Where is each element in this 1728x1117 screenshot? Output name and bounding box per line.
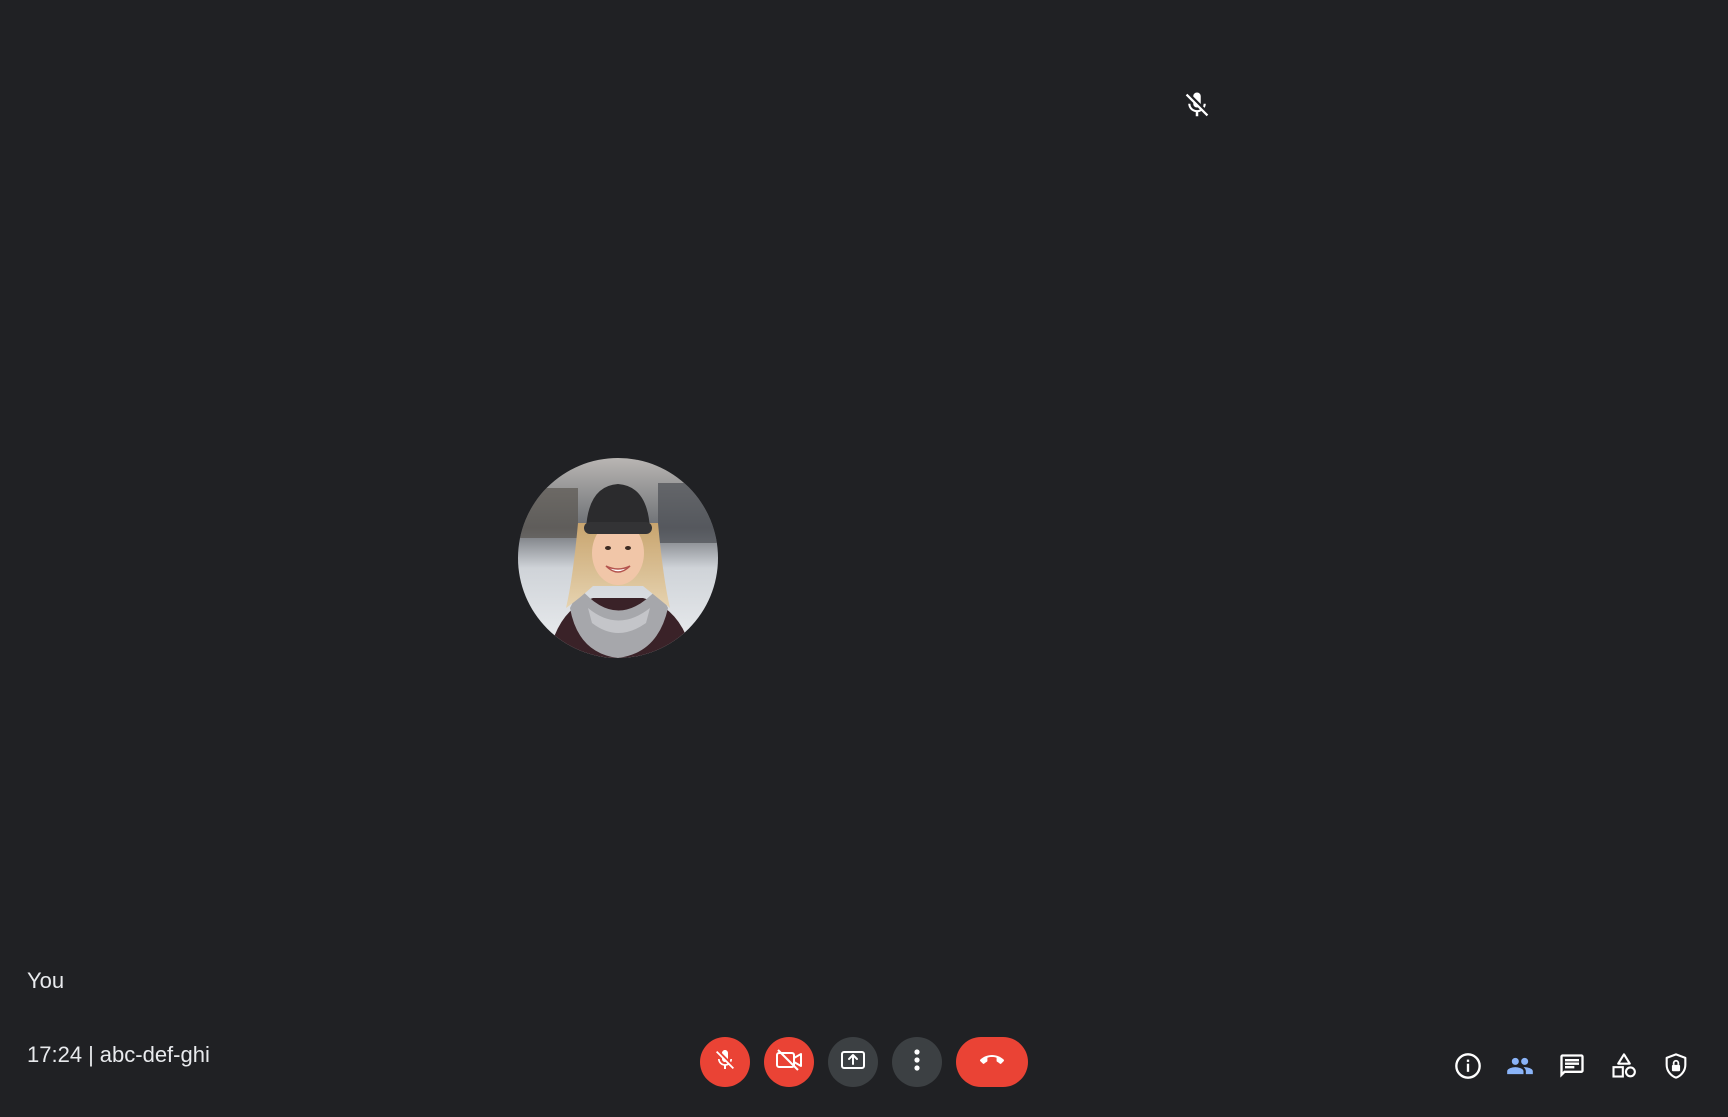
shield-lock-icon [1662,1052,1690,1085]
leave-call-button[interactable] [956,1037,1028,1087]
mic-off-icon [713,1048,737,1077]
avatar [518,458,718,658]
meeting-info: 17:24 | abc-def-ghi [27,1042,210,1068]
present-screen-button[interactable] [828,1037,878,1087]
people-icon [1504,1052,1536,1085]
call-end-icon [977,1048,1007,1077]
activities-icon [1610,1052,1638,1085]
chat-button[interactable] [1546,1043,1598,1093]
info-icon [1454,1052,1482,1085]
call-controls [700,1037,1028,1087]
meeting-details-button[interactable] [1442,1043,1494,1093]
camera-off-icon [775,1048,803,1077]
participant-name-label: You [27,968,65,993]
participant-tile: You [0,0,1728,1030]
activities-button[interactable] [1598,1043,1650,1093]
microphone-toggle-button[interactable] [700,1037,750,1087]
host-controls-button[interactable] [1650,1043,1702,1093]
more-vert-icon [905,1048,929,1077]
chat-icon [1558,1052,1586,1085]
mic-off-icon [1182,88,1212,122]
present-icon [840,1048,866,1077]
camera-toggle-button[interactable] [764,1037,814,1087]
call-controls-bar: 17:24 | abc-def-ghi [0,1030,1728,1117]
side-panel-buttons [1442,1043,1702,1093]
meeting-info-separator: | [88,1042,94,1067]
people-button[interactable] [1494,1043,1546,1093]
meeting-time: 17:24 [27,1042,83,1067]
more-options-button[interactable] [892,1037,942,1087]
meet-call-screen: You 17:24 | abc-def-ghi [0,0,1728,1117]
meeting-code[interactable]: abc-def-ghi [100,1042,210,1068]
